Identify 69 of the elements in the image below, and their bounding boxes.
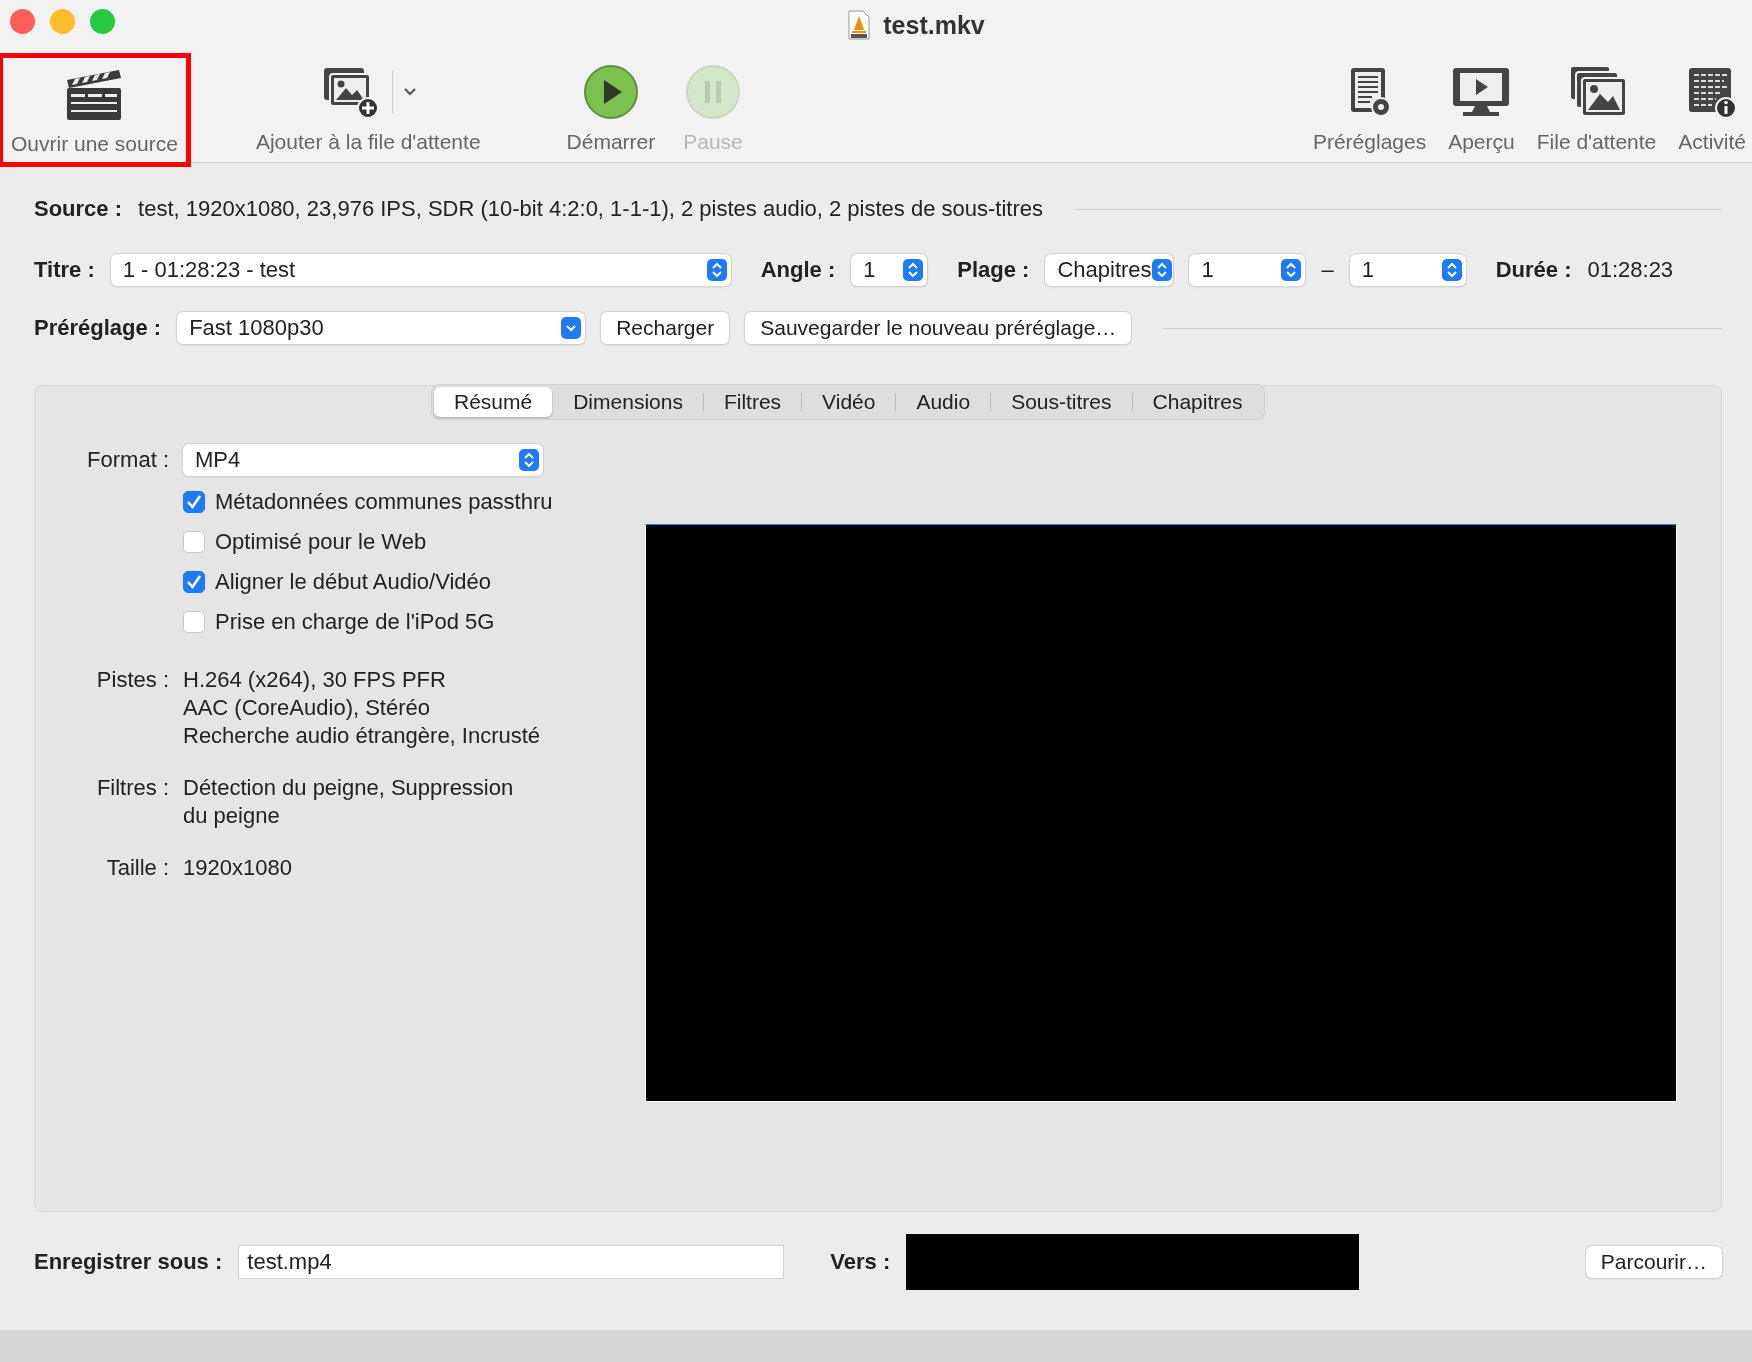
detail-value: 1920x1080 [183, 854, 292, 882]
browse-button[interactable]: Parcourir… [1585, 1246, 1722, 1278]
preset-popup[interactable]: Fast 1080p30 [177, 312, 586, 344]
toolbar-button[interactable]: File d'attente [1530, 62, 1663, 162]
tab[interactable]: Filtres [703, 387, 802, 417]
play-icon [582, 64, 639, 120]
format-popup[interactable]: MP4 [183, 444, 543, 476]
detail-label: Filtres : [95, 774, 169, 802]
source-info: test, 1920x1080, 23,976 IPS, SDR (10-bit 4:2:0, 1-1-1), 2 pistes audio, 2 pistes de sous-titres [138, 196, 1043, 222]
detail-value: Recherche audio étrangère, Incrusté [183, 722, 541, 750]
duration-label: Durée : [1495, 257, 1572, 283]
tab[interactable]: Audio [896, 387, 991, 417]
tab[interactable]: Vidéo [802, 387, 896, 417]
chevron-down-icon [561, 317, 582, 339]
chevron-down-icon[interactable] [402, 87, 417, 97]
title-label: Titre : [34, 257, 95, 283]
format-label: Format : [86, 447, 169, 473]
source-label: Source : [34, 196, 123, 222]
range-start-popup[interactable]: 1 [1189, 254, 1306, 286]
tab[interactable]: Sous-titres [991, 387, 1132, 417]
toolbar-button[interactable]: Activité [1672, 62, 1752, 162]
stepper-icon [1441, 259, 1462, 281]
filename-field[interactable]: test.mp4 [238, 1245, 785, 1279]
range-label: Plage : [957, 257, 1030, 283]
push-button[interactable]: Sauvegarder le nouveau préréglage… [745, 312, 1132, 344]
destination-label: Vers : [830, 1249, 891, 1275]
title-popup[interactable]: 1 - 01:28:23 - test [110, 254, 731, 286]
detail-label: Pistes : [95, 666, 169, 694]
push-button[interactable]: Recharger [601, 312, 730, 344]
checkbox-label: Prise en charge de l'iPod 5G [215, 609, 495, 635]
range-type-popup[interactable]: Chapitres [1045, 254, 1174, 286]
tab[interactable]: Chapitres [1132, 387, 1263, 417]
toolbar-button[interactable]: Ouvrir une source [3, 58, 186, 162]
toolbar-button[interactable]: Aperçu [1442, 62, 1521, 162]
pause-icon [685, 64, 741, 120]
angle-popup[interactable]: 1 [851, 254, 928, 286]
range-end-popup[interactable]: 1 [1349, 254, 1466, 286]
stepper-icon [903, 259, 924, 281]
angle-label: Angle : [760, 257, 836, 283]
stepper-icon [1281, 259, 1302, 281]
checkbox[interactable] [183, 531, 205, 553]
file-icon [847, 10, 872, 40]
zoom-button[interactable] [90, 8, 115, 34]
close-button[interactable] [10, 8, 35, 34]
checkbox-label: Optimisé pour le Web [215, 529, 427, 555]
tab[interactable]: Dimensions [553, 387, 703, 417]
detail-value: Détection du peigne, Suppression [183, 774, 514, 802]
tab[interactable]: Résumé [434, 387, 553, 417]
checkbox[interactable] [183, 491, 205, 513]
detail-value: du peigne [183, 802, 281, 830]
save-as-label: Enregistrer sous : [34, 1249, 223, 1275]
preset-label: Préréglage : [34, 315, 162, 341]
checkbox-label: Métadonnées communes passthru [215, 489, 553, 515]
checkbox[interactable] [183, 611, 205, 633]
window-title: test.mkv [883, 10, 985, 40]
checkbox[interactable] [183, 571, 205, 593]
detail-value: H.264 (x264), 30 FPS PFR [183, 666, 447, 694]
range-separator: – [1321, 257, 1334, 283]
checkbox-label: Aligner le début Audio/Vidéo [215, 569, 492, 595]
toolbar-button[interactable]: Préréglages [1306, 62, 1433, 162]
minimize-button[interactable] [50, 8, 75, 34]
detail-value: AAC (CoreAudio), Stéréo [183, 694, 431, 722]
detail-label: Taille : [105, 854, 169, 882]
stepper-icon [1151, 259, 1172, 281]
toolbar-button[interactable]: Démarrer [558, 62, 664, 162]
duration-value: 01:28:23 [1587, 257, 1674, 283]
stepper-icon [706, 259, 727, 281]
toolbar-button[interactable]: Ajouter à la file d'attente [247, 62, 489, 162]
stepper-icon [519, 449, 539, 471]
